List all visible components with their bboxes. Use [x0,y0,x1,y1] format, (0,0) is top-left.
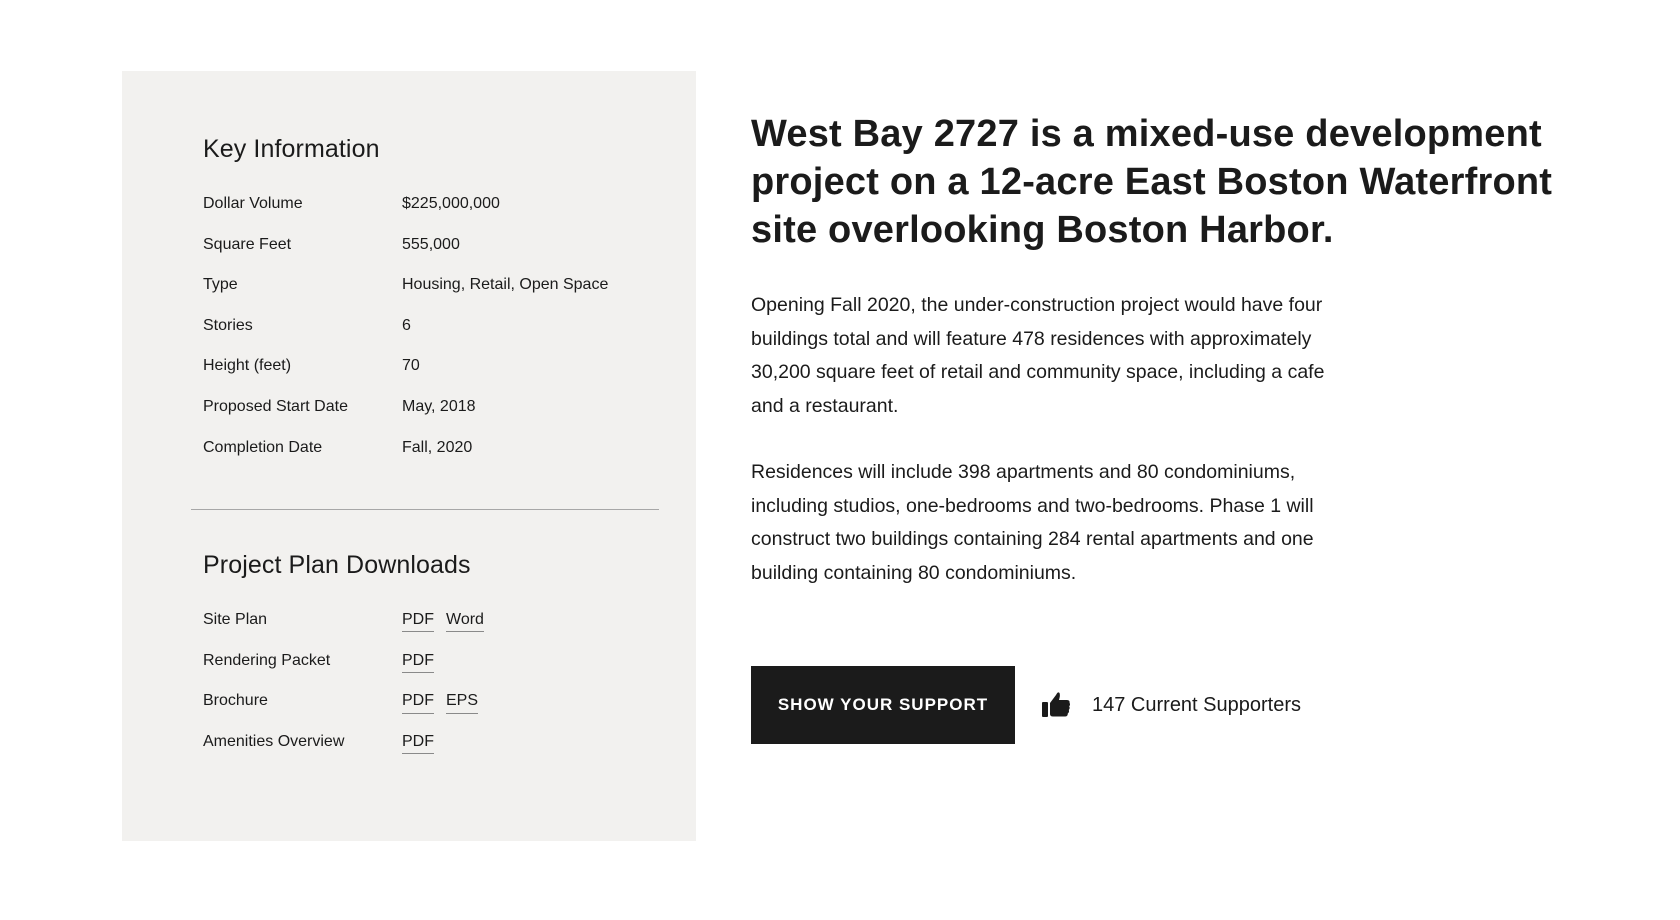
project-headline: West Bay 2727 is a mixed-use development… [751,113,1553,251]
info-label: Stories [203,316,253,334]
downloads-title: Project Plan Downloads [203,551,471,579]
site-plan-pdf-link[interactable]: PDF [402,611,434,633]
info-row-type: Type Housing, Retail, Open Space [203,276,663,317]
info-value: 70 [402,357,420,375]
section-divider [191,509,659,510]
info-label: Square Feet [203,235,292,253]
brochure-pdf-link[interactable]: PDF [402,692,434,714]
amenities-overview-pdf-link[interactable]: PDF [402,733,434,755]
download-row-amenities-overview: Amenities Overview PDF [203,733,663,774]
page: Key Information Dollar Volume $225,000,0… [0,0,1680,920]
key-information-title: Key Information [203,135,380,163]
description-paragraph: Opening Fall 2020, the under-constructio… [751,294,1325,417]
info-label: Height (feet) [203,357,292,375]
show-support-button[interactable]: SHOW YOUR SUPPORT [751,666,1015,744]
downloads-list: Site Plan PDF Word Rendering Packet PDF … [203,611,663,773]
description-paragraph: Residences will include 398 apartments a… [751,461,1314,584]
info-row-stories: Stories 6 [203,317,663,358]
download-label: Amenities Overview [203,732,345,750]
info-value: 555,000 [402,235,460,253]
info-value: $225,000,000 [402,195,500,212]
info-value: 6 [402,316,411,334]
info-value: Fall, 2020 [402,438,473,456]
key-information-list: Dollar Volume $225,000,000 Square Feet 5… [203,195,663,479]
download-row-brochure: Brochure PDF EPS [203,692,663,733]
download-links: PDF EPS [402,692,490,714]
info-label: Dollar Volume [203,195,303,212]
info-panel: Key Information Dollar Volume $225,000,0… [122,71,696,841]
support-section: SHOW YOUR SUPPORT 147 Current Supporters [751,666,1301,744]
rendering-packet-pdf-link[interactable]: PDF [402,652,434,673]
download-links: PDF [402,733,446,755]
download-links: PDF [402,652,446,673]
info-label: Completion Date [203,438,323,456]
info-row-height: Height (feet) 70 [203,357,663,398]
info-value: May, 2018 [402,397,476,415]
info-label: Proposed Start Date [203,397,348,415]
download-label: Site Plan [203,611,268,628]
project-description: West Bay 2727 is a mixed-use development… [751,110,1581,590]
supporters-count: 147 Current Supporters [1092,693,1302,716]
thumbs-up-icon [1041,689,1073,721]
download-label: Brochure [203,692,268,710]
download-links: PDF Word [402,611,496,633]
brochure-eps-link[interactable]: EPS [446,692,479,714]
download-row-rendering-packet: Rendering Packet PDF [203,652,663,693]
download-row-site-plan: Site Plan PDF Word [203,611,663,652]
download-label: Rendering Packet [203,651,331,669]
info-row-proposed-start-date: Proposed Start Date May, 2018 [203,398,663,439]
info-value: Housing, Retail, Open Space [402,276,609,294]
info-row-square-feet: Square Feet 555,000 [203,236,663,277]
info-row-dollar-volume: Dollar Volume $225,000,000 [203,195,663,236]
info-row-completion-date: Completion Date Fall, 2020 [203,439,663,480]
site-plan-word-link[interactable]: Word [446,611,484,633]
info-label: Type [203,276,238,294]
